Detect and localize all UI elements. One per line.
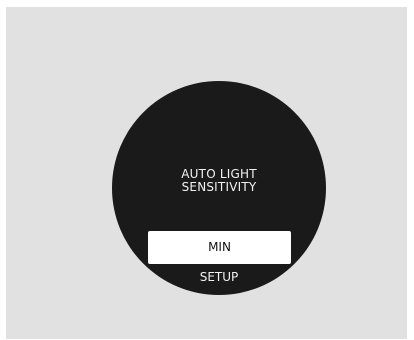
display-dial: AUTO LIGHT SENSITIVITY MIN SETUP	[112, 81, 326, 295]
selected-option-box[interactable]: MIN	[148, 231, 291, 264]
screen-frame: AUTO LIGHT SENSITIVITY MIN SETUP	[6, 7, 407, 339]
setting-title-line2: SENSITIVITY	[181, 180, 257, 194]
setup-label: SETUP	[199, 270, 239, 284]
selected-option-label: MIN	[208, 240, 231, 254]
